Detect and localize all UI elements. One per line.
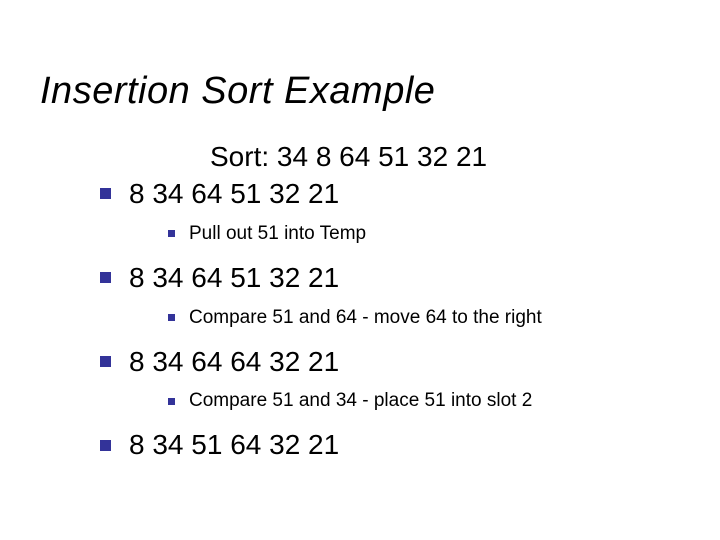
- square-bullet-icon: [100, 440, 111, 451]
- square-bullet-icon: [168, 230, 175, 237]
- slide: Insertion Sort Example Sort: 34 8 64 51 …: [0, 0, 720, 540]
- step-note: Compare 51 and 34 - place 51 into slot 2: [189, 390, 532, 412]
- square-bullet-icon: [100, 356, 111, 367]
- slide-title: Insertion Sort Example: [40, 70, 690, 113]
- step-sequence: 8 34 64 51 32 21: [129, 175, 339, 213]
- step-row: 8 34 64 51 32 21: [100, 259, 690, 297]
- step-note: Compare 51 and 64 - move 64 to the right: [189, 307, 542, 329]
- step-note: Pull out 51 into Temp: [189, 223, 366, 245]
- step-note-row: Compare 51 and 34 - place 51 into slot 2: [168, 390, 690, 412]
- step-note-row: Compare 51 and 64 - move 64 to the right: [168, 307, 690, 329]
- step-row: 8 34 51 64 32 21: [100, 426, 690, 464]
- step-sequence: 8 34 51 64 32 21: [129, 426, 339, 464]
- sort-original-line: Sort: 34 8 64 51 32 21: [210, 141, 690, 173]
- step-row: 8 34 64 64 32 21: [100, 343, 690, 381]
- square-bullet-icon: [100, 188, 111, 199]
- square-bullet-icon: [168, 314, 175, 321]
- square-bullet-icon: [168, 398, 175, 405]
- step-sequence: 8 34 64 51 32 21: [129, 259, 339, 297]
- step-row: 8 34 64 51 32 21: [100, 175, 690, 213]
- square-bullet-icon: [100, 272, 111, 283]
- step-note-row: Pull out 51 into Temp: [168, 223, 690, 245]
- step-sequence: 8 34 64 64 32 21: [129, 343, 339, 381]
